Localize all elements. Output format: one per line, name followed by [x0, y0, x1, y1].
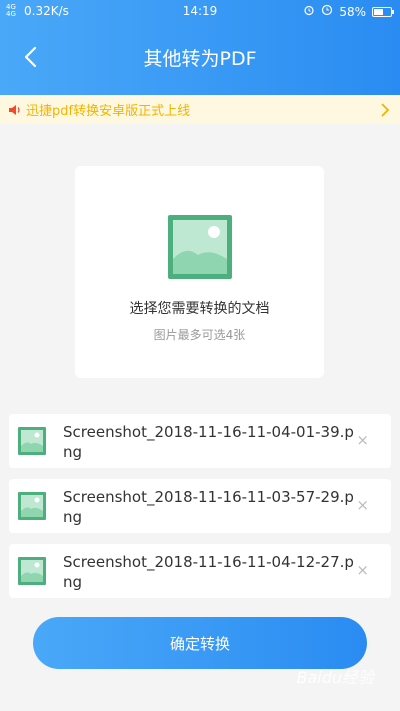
announcement-text: 迅捷pdf转换安卓版正式上线	[26, 104, 191, 119]
speaker-icon	[8, 103, 22, 117]
upload-subtitle: 图片最多可选4张	[153, 328, 246, 342]
file-list-item[interactable]: Screenshot_2018-11-16-11-03-57-29.png ×	[9, 479, 391, 533]
image-file-icon	[18, 427, 46, 459]
alarm-icon	[303, 4, 315, 19]
select-document-card[interactable]: 选择您需要转换的文档 图片最多可选4张	[75, 166, 324, 378]
upload-title: 选择您需要转换的文档	[129, 301, 270, 317]
watermark: Baidu经验	[296, 668, 374, 687]
image-icon	[168, 215, 232, 283]
page-title: 其他转为PDF	[143, 48, 257, 70]
remove-file-button[interactable]: ×	[356, 431, 369, 449]
status-bar: 4G 4G 0.32K/s 14:19 58%	[0, 0, 400, 24]
announcement-bar[interactable]: 迅捷pdf转换安卓版正式上线	[0, 95, 400, 124]
status-right: 58%	[303, 4, 394, 19]
alarm-clock-icon	[321, 4, 333, 19]
confirm-convert-button[interactable]: 确定转换	[33, 617, 367, 669]
file-list-item[interactable]: Screenshot_2018-11-16-11-04-01-39.png ×	[9, 414, 391, 468]
remove-file-button[interactable]: ×	[356, 496, 369, 514]
file-name: Screenshot_2018-11-16-11-04-01-39.png	[63, 423, 354, 461]
image-file-icon	[18, 557, 46, 589]
remove-file-button[interactable]: ×	[356, 561, 369, 579]
file-name: Screenshot_2018-11-16-11-04-12-27.png	[63, 553, 354, 591]
file-name: Screenshot_2018-11-16-11-03-57-29.png	[63, 488, 354, 526]
app-header: 4G 4G 0.32K/s 14:19 58% 其他转为PDF	[0, 0, 400, 95]
image-file-icon	[18, 492, 46, 524]
battery-percent: 58%	[339, 4, 366, 19]
chevron-right-icon	[380, 102, 390, 122]
file-list-item[interactable]: Screenshot_2018-11-16-11-04-12-27.png ×	[9, 544, 391, 598]
battery-icon	[372, 6, 394, 17]
